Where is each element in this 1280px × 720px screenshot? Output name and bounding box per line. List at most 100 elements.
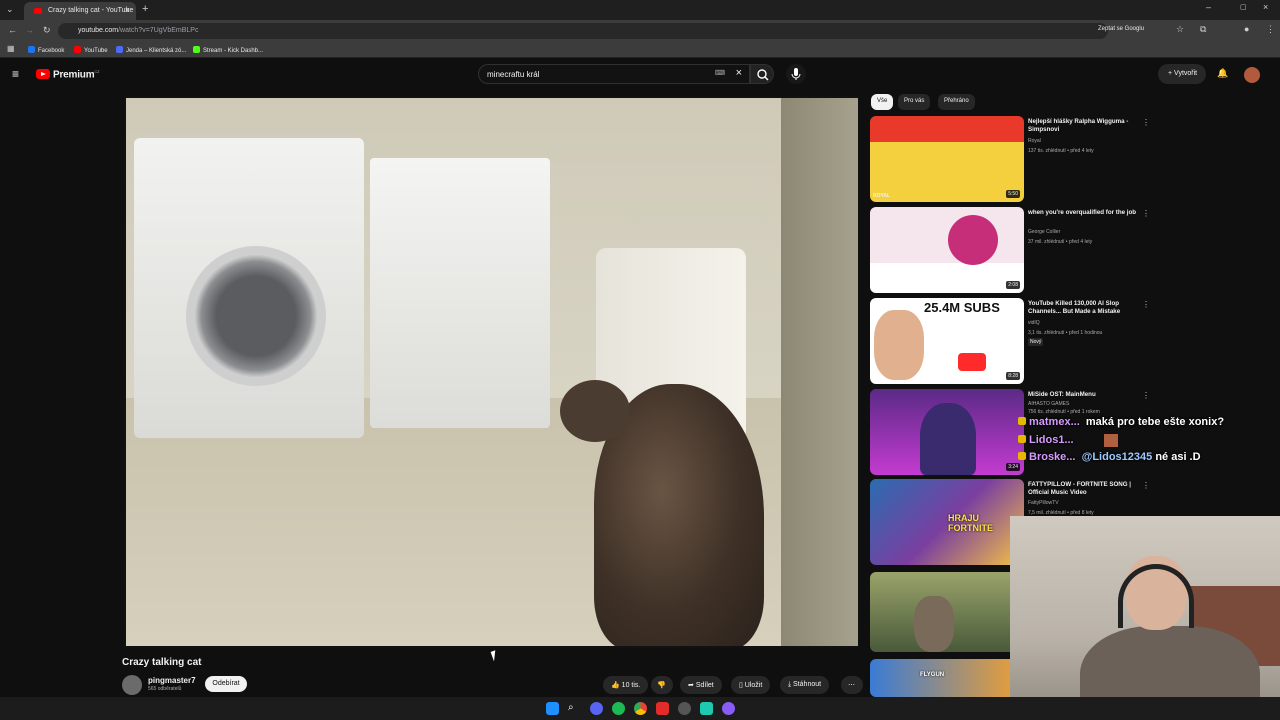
url-path: /watch?v=7UgVbEmBLPc — [118, 27, 199, 34]
recommendation-channel[interactable]: Royal — [1028, 138, 1041, 144]
chat-message: Broske... @Lidos12345 né asi .D — [1018, 451, 1201, 463]
download-button[interactable]: ⤓ Stáhnout — [780, 676, 830, 694]
ask-google-button[interactable]: Zeptat se Googlu — [1098, 26, 1144, 32]
bookmark-facebook[interactable]: Facebook — [28, 46, 64, 54]
recommendation-title[interactable]: YouTube Killed 130,000 AI Slop Channels.… — [1028, 300, 1146, 316]
recommendation-title[interactable]: Nejlepší hlášky Ralpha Wigguma - Simpsno… — [1028, 118, 1146, 134]
more-options-icon[interactable]: ⋮ — [1142, 300, 1150, 309]
bookmark-youtube[interactable]: YouTube — [74, 46, 108, 54]
url-field[interactable]: youtube.com/watch?v=7UgVbEmBLPc — [58, 23, 1108, 39]
discord-icon[interactable] — [590, 702, 603, 715]
new-badge: Nový — [1028, 338, 1044, 346]
bookmark-klientska-zona[interactable]: Jenda – Klientská zó... — [116, 46, 186, 54]
more-options-icon[interactable]: ⋮ — [1142, 118, 1150, 127]
back-icon[interactable]: ← — [8, 25, 17, 35]
reload-icon[interactable]: ↻ — [43, 25, 51, 36]
chip-for-you[interactable]: Pro vás — [898, 94, 931, 110]
tab-title: Crazy talking cat - YouTube — [48, 7, 134, 14]
menu-dots-icon[interactable]: ⋮ — [1266, 24, 1275, 35]
more-options-icon[interactable]: ⋮ — [1142, 209, 1150, 218]
bookmark-kick-dashboard[interactable]: Stream - Kick Dashb... — [193, 46, 263, 54]
more-actions-button[interactable]: ⋯ — [841, 676, 863, 694]
chrome-icon[interactable] — [634, 702, 647, 715]
recommendation-title[interactable]: MiSide OST: MainMenu — [1028, 391, 1146, 399]
app-icon[interactable] — [656, 702, 669, 715]
start-icon[interactable] — [546, 702, 559, 715]
channel-avatar[interactable] — [122, 675, 142, 695]
voice-search-button[interactable] — [786, 64, 806, 84]
duration-badge: 8:28 — [1006, 372, 1020, 380]
account-avatar[interactable] — [1244, 67, 1260, 83]
search-input[interactable]: minecraftu král ⌨ × — [478, 64, 750, 84]
obs-icon[interactable] — [678, 702, 691, 715]
profile-icon[interactable]: ● — [1244, 24, 1249, 34]
chat-mention: @Lidos12345 — [1081, 451, 1153, 463]
new-tab-icon[interactable]: + — [142, 3, 148, 15]
recommendation-title[interactable]: FATTYPILLOW - FORTNITE SONG | Official M… — [1028, 481, 1146, 497]
chat-username: Broske... — [1029, 451, 1076, 463]
recommendation-title[interactable]: when you're overqualified for the job — [1028, 209, 1146, 217]
extensions-icon[interactable]: ⧉ — [1200, 24, 1206, 35]
recommendation-item[interactable]: 2:08 when you're overqualified for the j… — [870, 207, 1170, 295]
like-button[interactable]: 👍 10 tis. — [603, 676, 649, 694]
browser-tab[interactable]: Crazy talking cat - YouTube × — [24, 2, 136, 20]
spotify-icon[interactable] — [612, 702, 625, 715]
search-icon — [757, 69, 769, 81]
recommendation-meta: 37 mil. zhlédnutí • před 4 lety — [1028, 239, 1093, 245]
bookmark-star-icon[interactable]: ☆ — [1176, 24, 1184, 35]
microphone-icon — [791, 68, 801, 80]
create-button[interactable]: + Vytvořit — [1158, 64, 1206, 84]
save-button[interactable]: ▯ Uložit — [731, 676, 771, 694]
recommendation-channel[interactable]: vidIQ — [1028, 320, 1040, 326]
video-player[interactable] — [124, 96, 860, 648]
forward-icon[interactable]: → — [25, 25, 34, 35]
video-thumbnail[interactable] — [870, 572, 1024, 652]
chat-text: né asi .D — [1155, 451, 1201, 463]
video-thumbnail[interactable]: 25.4M SUBS 8:28 — [870, 298, 1024, 384]
video-thumbnail[interactable]: FLYGUN — [870, 659, 1024, 697]
mouse-cursor-icon — [490, 648, 504, 662]
browser-tab-bar: ⌄ Crazy talking cat - YouTube × + – ▢ × — [0, 0, 1280, 20]
recommendation-item[interactable]: ROYAL 5:50 Nejlepší hlášky Ralpha Wiggum… — [870, 116, 1170, 204]
keyboard-icon[interactable]: ⌨ — [715, 69, 725, 77]
app-icon[interactable] — [700, 702, 713, 715]
windows-taskbar: ⌕ — [0, 697, 1280, 720]
youtube-logo-icon[interactable] — [36, 69, 50, 79]
chat-badge-icon — [1018, 452, 1026, 460]
recommendation-channel[interactable]: FattyPillowTV — [1028, 500, 1059, 506]
recommendation-meta: 756 tis. zhlédnutí • před 1 rokem — [1028, 409, 1100, 415]
apps-grid-icon[interactable]: ▦ — [7, 44, 15, 53]
recommendation-item[interactable]: 25.4M SUBS 8:28 YouTube Killed 130,000 A… — [870, 298, 1170, 386]
close-tab-icon[interactable]: × — [125, 5, 130, 15]
notifications-bell-icon[interactable]: 🔔 — [1217, 68, 1228, 79]
tab-list-icon[interactable]: ⌄ — [6, 4, 14, 15]
url-host: youtube.com — [78, 27, 119, 34]
video-thumbnail[interactable]: 2:08 — [870, 207, 1024, 293]
dislike-button[interactable]: 👎 — [651, 676, 673, 694]
recommendation-item[interactable]: 3:24 MiSide OST: MainMenu AIHASTO GAMES … — [870, 389, 1170, 477]
clear-search-icon[interactable]: × — [736, 67, 742, 79]
recommendation-channel[interactable]: AIHASTO GAMES — [1028, 401, 1069, 407]
hamburger-menu-icon[interactable]: ≡ — [12, 67, 19, 81]
maximize-icon[interactable]: ▢ — [1240, 3, 1247, 11]
subscribe-button[interactable]: Odebírat — [205, 676, 247, 692]
video-thumbnail[interactable]: ROYAL 5:50 — [870, 116, 1024, 202]
site-icon — [116, 46, 123, 53]
chip-watched[interactable]: Přehráno — [938, 94, 975, 110]
thumbs-up-icon: 👍 — [611, 682, 622, 689]
channel-name[interactable]: pingmaster7 — [148, 676, 196, 685]
more-options-icon[interactable]: ⋮ — [1142, 391, 1150, 400]
more-options-icon[interactable]: ⋮ — [1142, 481, 1150, 490]
recommendation-channel[interactable]: George Collier — [1028, 229, 1060, 235]
search-button[interactable] — [750, 64, 774, 84]
close-window-icon[interactable]: × — [1263, 2, 1268, 12]
video-thumbnail[interactable]: 3:24 — [870, 389, 1024, 475]
video-thumbnail[interactable]: HRAJU FORTNITE — [870, 479, 1024, 565]
minimize-icon[interactable]: – — [1206, 2, 1211, 12]
chip-all[interactable]: Vše — [871, 94, 894, 110]
search-taskbar-icon[interactable]: ⌕ — [568, 702, 581, 715]
address-bar-row: ← → ↻ youtube.com/watch?v=7UgVbEmBLPc Ze… — [0, 20, 1280, 42]
share-button[interactable]: ➦ Sdílet — [680, 676, 722, 694]
app-icon[interactable] — [722, 702, 735, 715]
youtube-premium-brand[interactable]: PremiumCZ — [53, 69, 100, 80]
